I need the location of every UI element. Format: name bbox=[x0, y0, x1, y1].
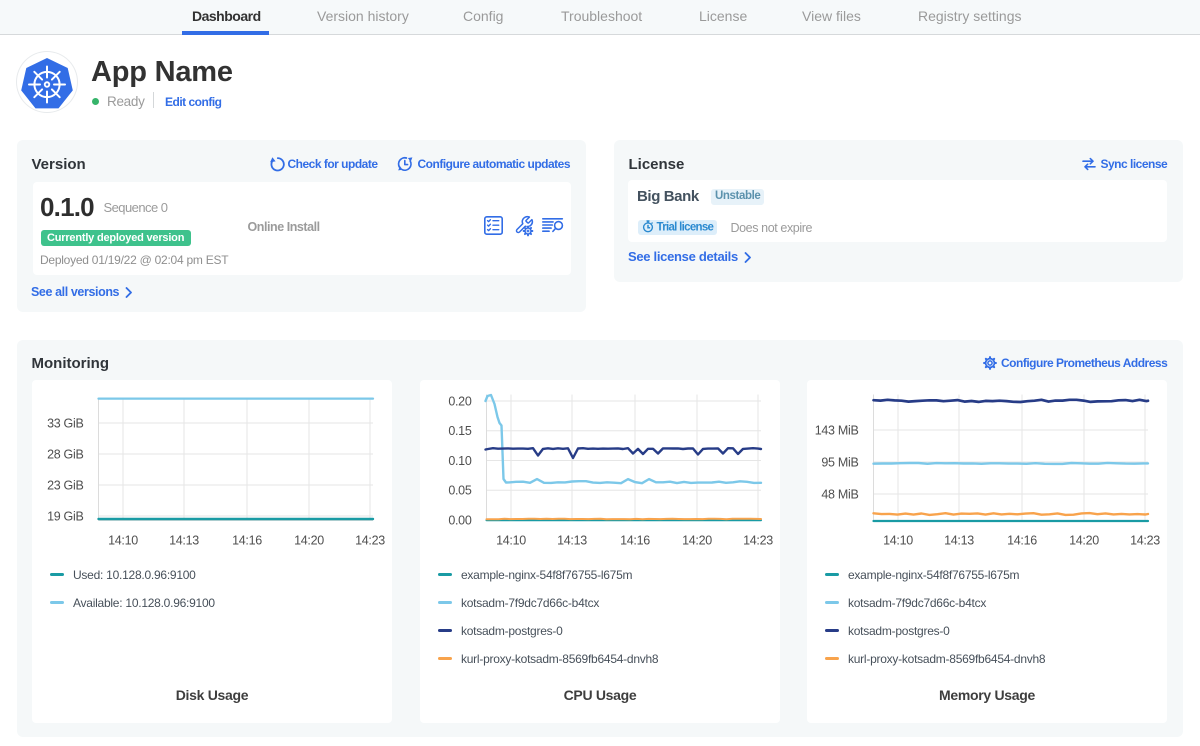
svg-text:14:10: 14:10 bbox=[108, 534, 138, 548]
svg-text:143 MiB: 143 MiB bbox=[815, 423, 859, 437]
svg-text:19 GiB: 19 GiB bbox=[47, 509, 83, 523]
svg-text:14:16: 14:16 bbox=[232, 534, 262, 548]
svg-text:23 GiB: 23 GiB bbox=[47, 478, 83, 492]
svg-text:0.00: 0.00 bbox=[448, 513, 471, 527]
svg-text:0.10: 0.10 bbox=[448, 454, 471, 468]
svg-text:14:23: 14:23 bbox=[355, 534, 385, 548]
svg-text:0.05: 0.05 bbox=[448, 484, 471, 498]
svg-text:0.15: 0.15 bbox=[448, 424, 471, 438]
svg-text:14:16: 14:16 bbox=[1007, 534, 1037, 548]
svg-text:14:16: 14:16 bbox=[620, 534, 650, 548]
svg-text:14:20: 14:20 bbox=[294, 534, 324, 548]
svg-text:95 MiB: 95 MiB bbox=[821, 455, 858, 469]
svg-text:14:13: 14:13 bbox=[944, 534, 974, 548]
svg-text:14:23: 14:23 bbox=[1130, 534, 1160, 548]
svg-text:14:23: 14:23 bbox=[743, 534, 773, 548]
svg-text:14:10: 14:10 bbox=[883, 534, 913, 548]
svg-text:14:13: 14:13 bbox=[557, 534, 587, 548]
svg-text:14:20: 14:20 bbox=[1069, 534, 1099, 548]
svg-text:14:10: 14:10 bbox=[496, 534, 526, 548]
svg-text:28 GiB: 28 GiB bbox=[47, 447, 83, 461]
svg-text:48 MiB: 48 MiB bbox=[821, 487, 858, 501]
svg-text:33 GiB: 33 GiB bbox=[47, 416, 83, 430]
svg-text:0.20: 0.20 bbox=[448, 394, 471, 408]
svg-text:14:20: 14:20 bbox=[682, 534, 712, 548]
svg-text:14:13: 14:13 bbox=[169, 534, 199, 548]
